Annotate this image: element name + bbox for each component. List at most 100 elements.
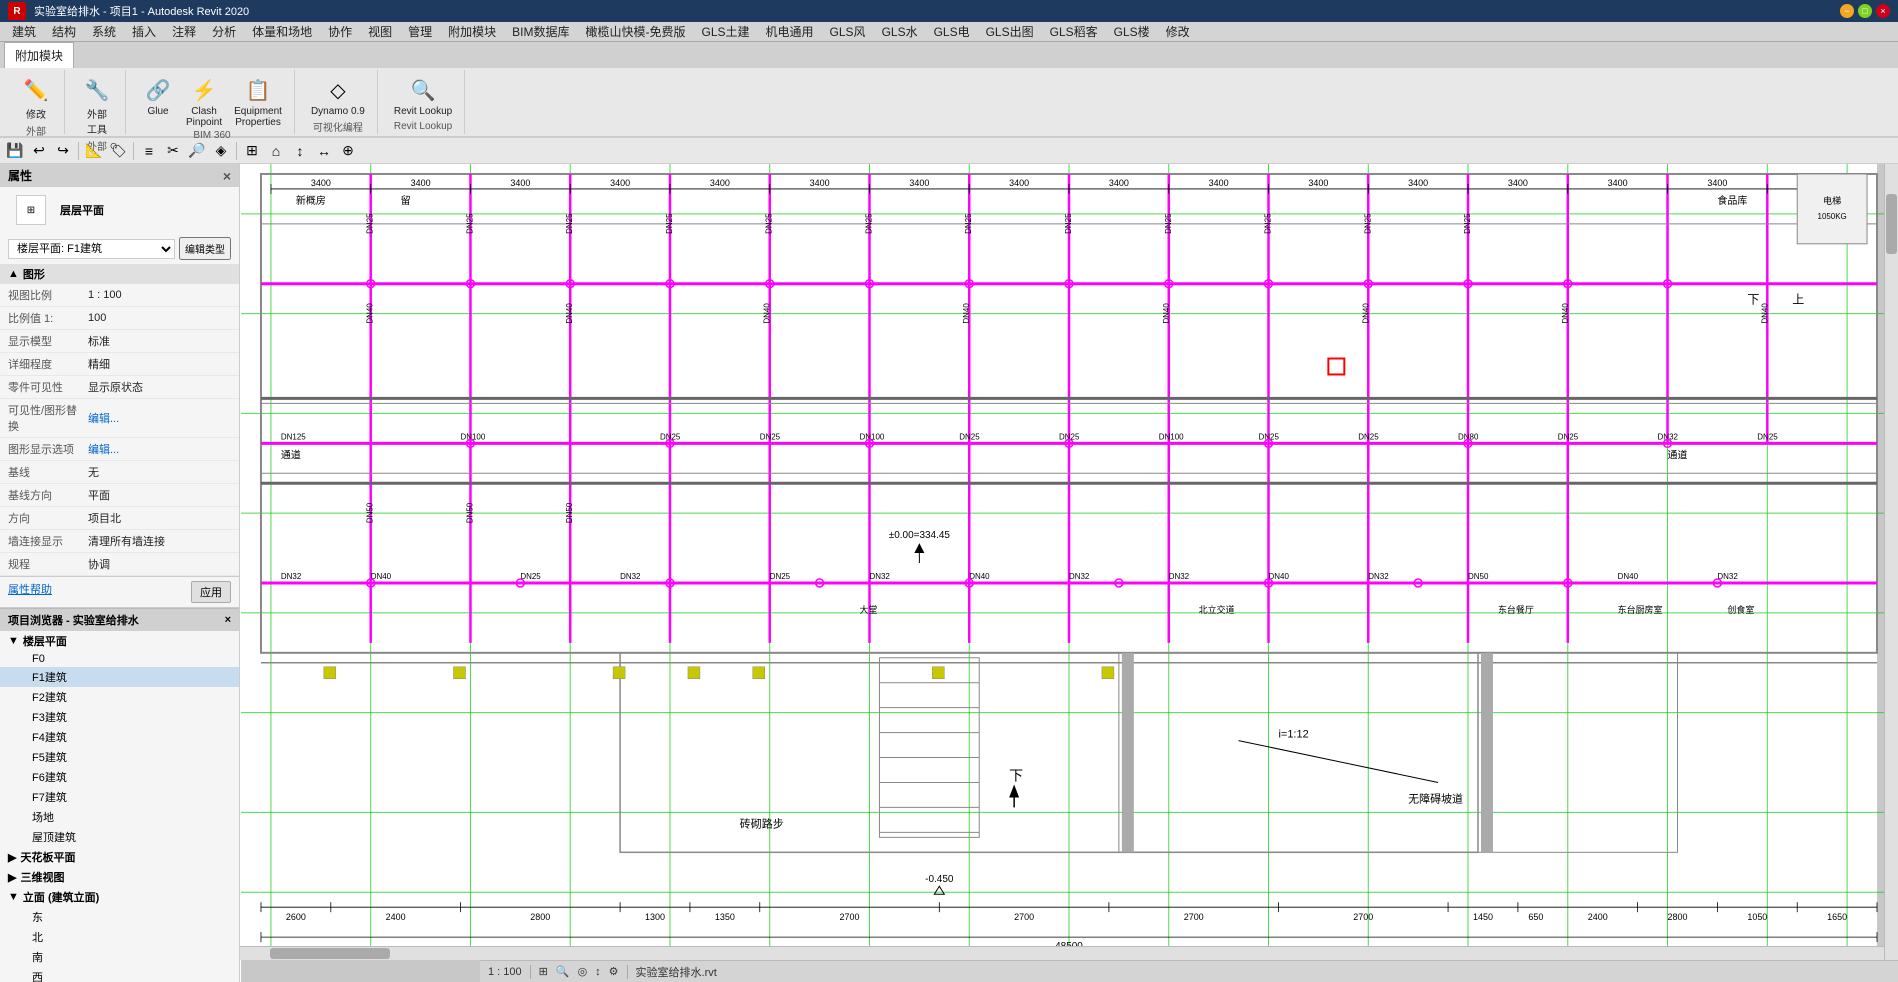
tree-east[interactable]: 东 xyxy=(0,907,239,927)
revit-lookup-button[interactable]: 🔍 Revit Lookup xyxy=(390,72,456,119)
close-button[interactable]: × xyxy=(1876,4,1890,18)
save-tool[interactable]: 💾 xyxy=(4,140,26,162)
redo-tool[interactable]: ↪ xyxy=(52,140,74,162)
menu-gls-civil[interactable]: GLS土建 xyxy=(694,21,758,42)
nav-tool-1[interactable]: ⊞ xyxy=(241,140,263,162)
tree-f4-jianzhu[interactable]: F4建筑 xyxy=(0,727,239,747)
menu-olive[interactable]: 橄榄山快模-免费版 xyxy=(578,21,694,42)
external-tools-icon: 🔧 xyxy=(81,74,113,106)
glue-icon: 🔗 xyxy=(142,74,174,106)
menu-gls-dao[interactable]: GLS稻客 xyxy=(1042,21,1106,42)
prop-section-graphics[interactable]: ▲ 图形 xyxy=(0,264,239,284)
tab-addon[interactable]: 附加模块 xyxy=(4,42,74,68)
equipment-props-button[interactable]: 📋 EquipmentProperties xyxy=(230,72,286,130)
tree-f5-jianzhu[interactable]: F5建筑 xyxy=(0,747,239,767)
nav-tool-3[interactable]: ↕ xyxy=(289,140,311,162)
menu-guanli[interactable]: 管理 xyxy=(400,21,440,42)
edit-type-button[interactable]: 编辑类型 xyxy=(179,237,231,260)
thin-lines-tool[interactable]: ≡ xyxy=(138,140,160,162)
maximize-button[interactable]: □ xyxy=(1858,4,1872,18)
menubar: 建筑 结构 系统 插入 注释 分析 体量和场地 协作 视图 管理 附加模块 BI… xyxy=(0,22,1898,42)
tree-floor-plans-group[interactable]: ▼ 楼层平面 xyxy=(0,631,239,651)
menu-fujia[interactable]: 附加模块 xyxy=(440,21,504,42)
menu-gls-drawing[interactable]: GLS出图 xyxy=(978,21,1042,42)
3d-tool[interactable]: ◈ xyxy=(210,140,232,162)
prop-label-detail: 详细程度 xyxy=(8,356,88,372)
svg-text:DN25: DN25 xyxy=(1558,432,1579,441)
prop-part-visibility: 零件可见性 显示原状态 xyxy=(0,376,239,399)
tree-f0[interactable]: F0 xyxy=(0,651,239,667)
measure-tool[interactable]: 📐 xyxy=(83,140,105,162)
prop-label-walljoin: 墙连接显示 xyxy=(8,533,88,549)
undo-tool[interactable]: ↩ xyxy=(28,140,50,162)
canvas-area[interactable]: 3400 3400 3400 3400 3400 3400 3400 3400 … xyxy=(240,164,1898,982)
status-icon-2[interactable]: 🔍 xyxy=(556,965,570,978)
properties-panel-header[interactable]: 属性 × xyxy=(0,164,239,187)
svg-text:DN25: DN25 xyxy=(1363,213,1372,234)
prop-value-vg[interactable]: 编辑... xyxy=(88,410,231,426)
properties-apply-button[interactable]: 应用 xyxy=(191,581,231,603)
menu-hezuo[interactable]: 协作 xyxy=(320,21,360,42)
tree-f6-jianzhu[interactable]: F6建筑 xyxy=(0,767,239,787)
status-icon-4[interactable]: ↕ xyxy=(595,966,601,978)
zoom-tool[interactable]: 🔎 xyxy=(186,140,208,162)
prop-value-orient: 项目北 xyxy=(88,510,231,526)
svg-text:DN32: DN32 xyxy=(281,572,302,581)
status-icon-1[interactable]: ⊞ xyxy=(539,965,548,978)
menu-modify[interactable]: 修改 xyxy=(1158,21,1198,42)
vertical-scrollbar[interactable] xyxy=(1884,164,1898,960)
menu-gls-lou[interactable]: GLS楼 xyxy=(1106,21,1158,42)
3d-label: 三维视图 xyxy=(20,869,64,885)
vertical-scroll-thumb[interactable] xyxy=(1886,194,1897,254)
floor-dropdown[interactable]: 楼层平面: F1建筑 xyxy=(8,239,175,259)
menu-zhushi[interactable]: 注释 xyxy=(164,21,204,42)
nav-tool-4[interactable]: ↔ xyxy=(313,140,335,162)
dynamo-button[interactable]: ◇ Dynamo 0.9 xyxy=(307,72,369,119)
tree-f1-jianzhu[interactable]: F1建筑 xyxy=(0,667,239,687)
status-icon-5[interactable]: ⚙ xyxy=(609,965,619,978)
minimize-button[interactable]: − xyxy=(1840,4,1854,18)
tree-north[interactable]: 北 xyxy=(0,927,239,947)
modify-button[interactable]: ✏️ 修改 xyxy=(16,72,56,123)
external-tools-button[interactable]: 🔧 外部工具 xyxy=(77,72,117,138)
horizontal-scroll-thumb[interactable] xyxy=(270,948,390,959)
tag-tool[interactable]: 🏷 xyxy=(107,140,129,162)
menu-shitu[interactable]: 视图 xyxy=(360,21,400,42)
menu-jiegou[interactable]: 结构 xyxy=(44,21,84,42)
menu-charu[interactable]: 插入 xyxy=(124,21,164,42)
browser-close[interactable]: × xyxy=(225,614,231,626)
menu-gls-elec[interactable]: GLS电 xyxy=(926,21,978,42)
tree-f2-jianzhu[interactable]: F2建筑 xyxy=(0,687,239,707)
tree-ceiling-group[interactable]: ▶ 天花板平面 xyxy=(0,847,239,867)
tree-elevations-group[interactable]: ▼ 立面 (建筑立面) xyxy=(0,887,239,907)
menu-fenxi[interactable]: 分析 xyxy=(204,21,244,42)
tree-west[interactable]: 西 xyxy=(0,967,239,982)
status-icon-3[interactable]: ◎ xyxy=(578,965,588,978)
tree-south[interactable]: 南 xyxy=(0,947,239,967)
svg-text:创食室: 创食室 xyxy=(1727,604,1754,615)
tree-changdi[interactable]: 场地 xyxy=(0,807,239,827)
svg-text:DN25: DN25 xyxy=(770,572,791,581)
clash-pinpoint-button[interactable]: ⚡ ClashPinpoint xyxy=(182,72,226,130)
horizontal-scrollbar[interactable] xyxy=(240,946,1884,960)
tree-f7-jianzhu[interactable]: F7建筑 xyxy=(0,787,239,807)
menu-bimdata[interactable]: BIM数据库 xyxy=(504,21,577,42)
cut-tool[interactable]: ✂ xyxy=(162,140,184,162)
menu-gls-water[interactable]: GLS水 xyxy=(874,21,926,42)
menu-gls-wind[interactable]: GLS风 xyxy=(822,21,874,42)
menu-timass[interactable]: 体量和场地 xyxy=(244,21,320,42)
tree-wuding[interactable]: 屋顶建筑 xyxy=(0,827,239,847)
nav-tool-5[interactable]: ⊕ xyxy=(337,140,359,162)
glue-button[interactable]: 🔗 Glue xyxy=(138,72,178,119)
tree-f3-jianzhu[interactable]: F3建筑 xyxy=(0,707,239,727)
properties-help-link[interactable]: 属性帮助 xyxy=(8,581,52,603)
ribbon-group-lookup: 🔍 Revit Lookup Revit Lookup xyxy=(382,70,465,134)
properties-close[interactable]: × xyxy=(223,168,231,184)
nav-tool-2[interactable]: ⌂ xyxy=(265,140,287,162)
menu-xitong[interactable]: 系统 xyxy=(84,21,124,42)
prop-value-gd[interactable]: 编辑... xyxy=(88,441,231,457)
tree-3d-group[interactable]: ▶ 三维视图 xyxy=(0,867,239,887)
svg-text:上: 上 xyxy=(1792,293,1804,307)
menu-jianzhu[interactable]: 建筑 xyxy=(4,21,44,42)
menu-gls-mep[interactable]: 机电通用 xyxy=(758,21,822,42)
